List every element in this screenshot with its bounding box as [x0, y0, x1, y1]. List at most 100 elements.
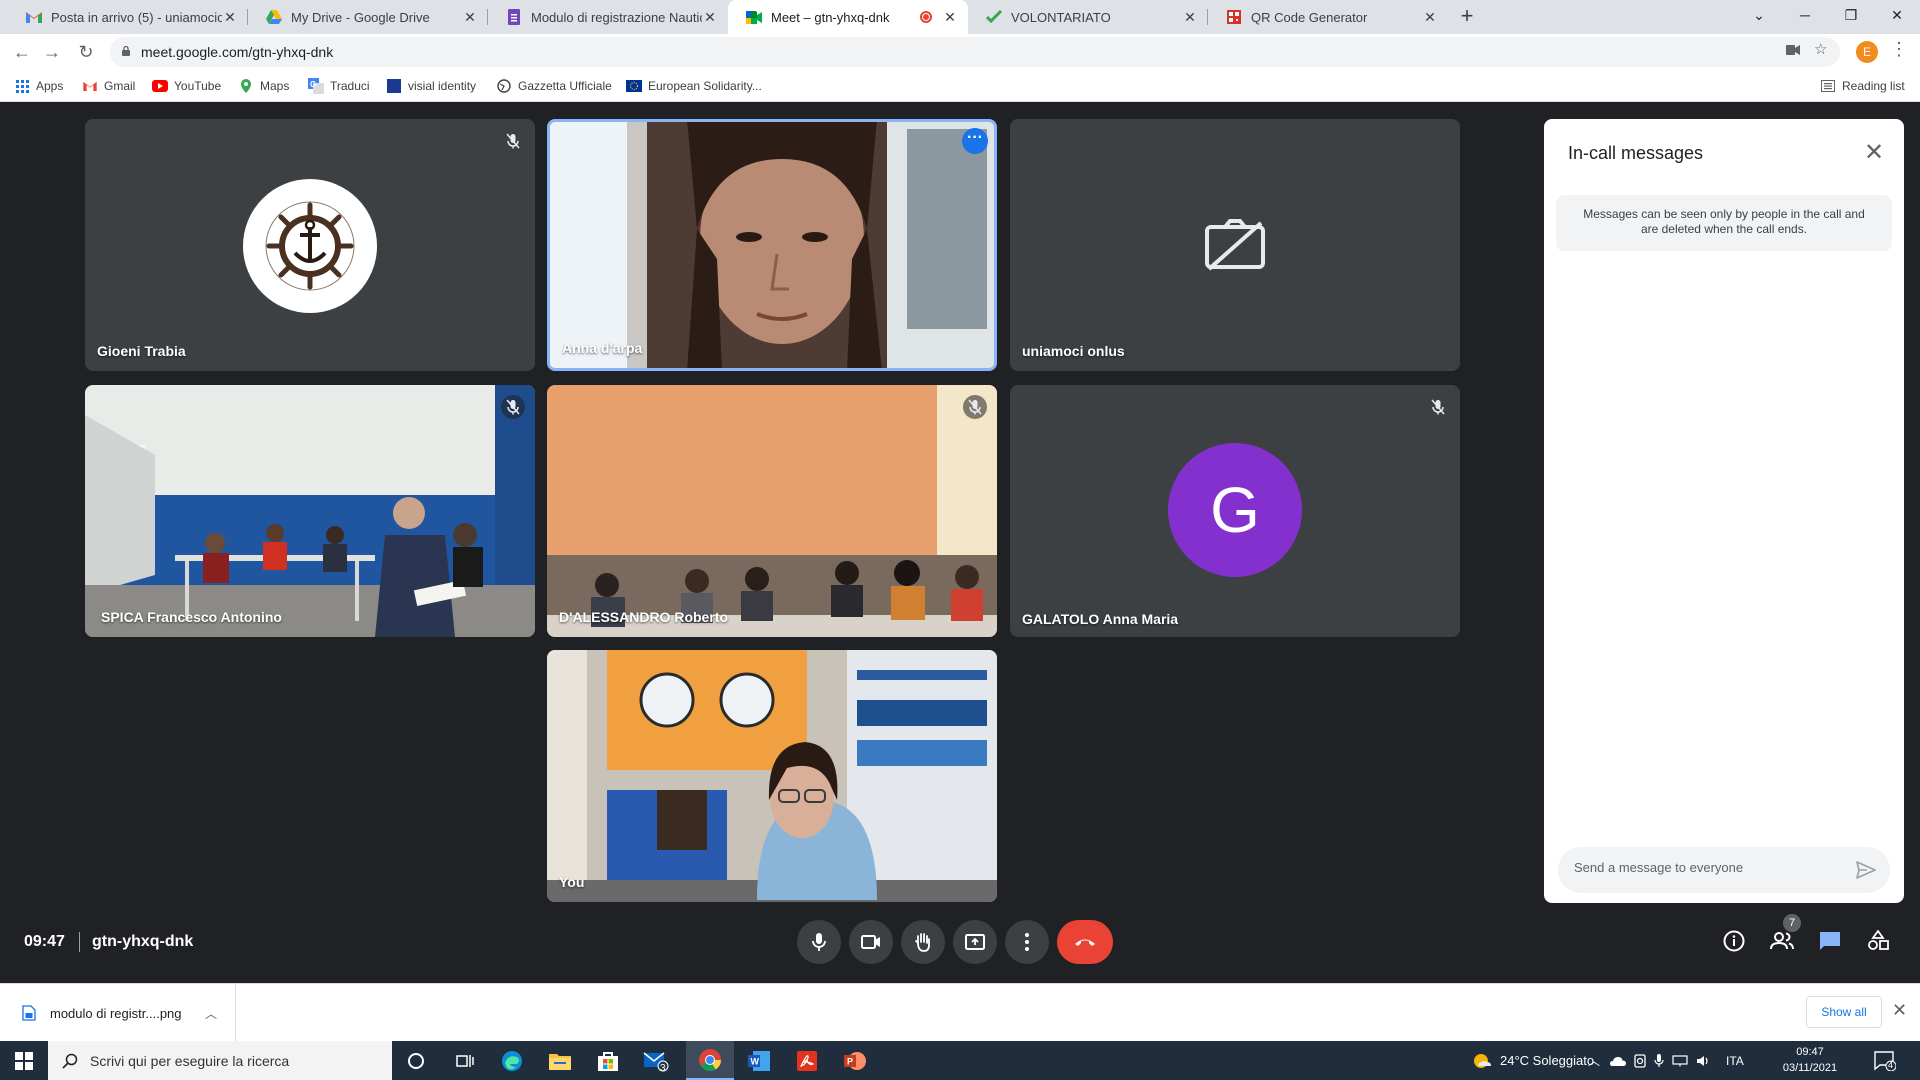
notification-center-button[interactable]: 4 [1874, 1041, 1896, 1080]
powerpoint-app[interactable]: P [831, 1041, 879, 1080]
forward-arrow-icon[interactable]: → [40, 40, 64, 64]
address-bar[interactable]: meet.google.com/gtn-yhxq-dnk ☆ [110, 37, 1840, 67]
activities-button[interactable] [1862, 925, 1894, 957]
tab-meet[interactable]: Meet – gtn-yhxq-dnk ✕ [728, 0, 968, 34]
tab-sheets[interactable]: VOLONTARIATO ✕ [968, 0, 1208, 34]
mail-badge: 3 [660, 1063, 666, 1074]
reading-list-button[interactable]: Reading list [1820, 70, 1905, 102]
hand-icon [915, 933, 930, 952]
meeting-details-button[interactable] [1718, 925, 1750, 957]
task-view-button[interactable] [440, 1041, 488, 1080]
chat-button[interactable] [1814, 925, 1846, 957]
cortana-button[interactable] [392, 1041, 440, 1080]
browser-menu-icon[interactable]: ⋮ [1890, 39, 1908, 60]
close-icon[interactable]: ✕ [702, 9, 718, 26]
chat-message-field[interactable] [1558, 847, 1890, 893]
chrome-app[interactable] [686, 1041, 734, 1080]
hang-up-icon [1075, 939, 1095, 946]
notification-count: 4 [1888, 1060, 1894, 1070]
minimize-button[interactable]: ─ [1782, 0, 1828, 30]
weather-widget[interactable]: 24°C Soleggiato [1472, 1041, 1594, 1080]
language-indicator[interactable]: ITA [1726, 1054, 1744, 1068]
restore-button[interactable]: ❐ [1828, 0, 1874, 30]
qr-icon [1226, 9, 1242, 25]
taskbar-clock[interactable]: 09:47 03/11/2021 [1780, 1044, 1840, 1076]
more-options-button[interactable] [1005, 920, 1049, 964]
chat-info-notice: Messages can be seen only by people in t… [1556, 195, 1892, 251]
raise-hand-button[interactable] [901, 920, 945, 964]
word-app[interactable]: W [735, 1041, 783, 1080]
close-icon[interactable]: ✕ [462, 9, 478, 26]
close-icon[interactable]: ✕ [1892, 1000, 1907, 1021]
search-icon [62, 1053, 78, 1069]
tab-forms[interactable]: Modulo di registrazione Nautico ✕ [488, 0, 728, 34]
participant-video [550, 122, 994, 368]
tab-drive[interactable]: My Drive - Google Drive ✕ [248, 0, 488, 34]
microsoft-store-app[interactable] [584, 1041, 632, 1080]
close-icon[interactable]: ✕ [1182, 9, 1198, 26]
participant-tile[interactable]: SPICA Francesco Antonino [85, 385, 535, 637]
bookmark-visial-identity[interactable]: visial identity [386, 70, 476, 102]
chevron-up-icon[interactable]: ︿ [1588, 1052, 1600, 1069]
mail-app[interactable]: 3 [632, 1041, 680, 1080]
bookmark-maps[interactable]: Maps [238, 70, 289, 102]
clock-date: 03/11/2021 [1782, 1062, 1838, 1074]
participant-tile[interactable]: ··· Anna d'arpa [547, 119, 997, 371]
more-options-icon[interactable]: ··· [962, 128, 988, 154]
participant-tile[interactable]: Gioeni Trabia [85, 119, 535, 371]
tab-qr[interactable]: QR Code Generator ✕ [1208, 0, 1448, 34]
close-window-button[interactable]: ✕ [1874, 0, 1920, 30]
search-input[interactable] [90, 1052, 390, 1069]
present-screen-button[interactable] [953, 920, 997, 964]
camera-usage-icon[interactable] [1634, 1053, 1646, 1068]
bookmark-european-solidarity[interactable]: European Solidarity... [626, 70, 762, 102]
bookmark-youtube[interactable]: YouTube [152, 70, 221, 102]
bookmark-star-icon[interactable]: ☆ [1814, 40, 1827, 58]
tab-search-icon[interactable]: ⌄ [1736, 0, 1782, 30]
participant-tile[interactable]: uniamoci onlus [1010, 119, 1460, 371]
network-icon[interactable] [1672, 1054, 1688, 1067]
tab-gmail[interactable]: Posta in arrivo (5) - uniamocionlus ✕ [8, 0, 248, 34]
file-explorer-app[interactable] [536, 1041, 584, 1080]
chat-input[interactable] [1574, 860, 1834, 875]
bookmark-gazzetta[interactable]: Gazzetta Ufficiale [496, 70, 612, 102]
info-icon [1723, 930, 1745, 952]
participant-name: GALATOLO Anna Maria [1022, 611, 1179, 627]
download-item[interactable]: modulo di registr....png ︿ [0, 984, 236, 1042]
onedrive-cloud-icon[interactable] [1610, 1056, 1627, 1066]
tab-title: Modulo di registrazione Nautico [531, 9, 702, 25]
show-all-downloads-button[interactable]: Show all [1806, 996, 1882, 1028]
bookmark-traduci[interactable]: G Traduci [308, 70, 370, 102]
leave-call-button[interactable] [1057, 920, 1113, 964]
tab-title: QR Code Generator [1251, 9, 1368, 25]
bookmark-apps[interactable]: Apps [14, 70, 63, 102]
self-view-tile[interactable]: You [547, 650, 997, 902]
back-arrow-icon[interactable]: ← [10, 40, 34, 64]
acrobat-app[interactable] [783, 1041, 831, 1080]
microphone-usage-icon[interactable] [1654, 1053, 1664, 1068]
close-icon[interactable]: ✕ [1858, 137, 1890, 169]
volume-icon[interactable] [1696, 1055, 1712, 1067]
close-icon[interactable]: ✕ [1422, 9, 1438, 26]
close-icon[interactable]: ✕ [222, 9, 238, 26]
participant-tile[interactable]: G GALATOLO Anna Maria [1010, 385, 1460, 637]
pdf-icon [797, 1050, 817, 1071]
edge-browser-app[interactable] [488, 1041, 536, 1080]
bookmark-gmail[interactable]: Gmail [82, 70, 135, 102]
close-icon[interactable]: ✕ [942, 9, 958, 26]
taskbar-search[interactable] [48, 1041, 392, 1080]
microphone-button[interactable] [797, 920, 841, 964]
camera-button[interactable] [849, 920, 893, 964]
reload-icon[interactable]: ↻ [74, 40, 98, 64]
chevron-up-icon[interactable]: ︿ [205, 1005, 217, 1022]
windows-start-button[interactable] [0, 1041, 48, 1080]
tab-title: VOLONTARIATO [1011, 9, 1111, 25]
reading-list-icon [1820, 78, 1836, 94]
participant-tile[interactable]: D'ALESSANDRO Roberto [547, 385, 997, 637]
send-icon[interactable] [1854, 858, 1878, 882]
camera-indicator-icon[interactable] [1786, 42, 1800, 59]
activities-shapes-icon [1868, 930, 1889, 950]
drive-icon [266, 9, 282, 25]
new-tab-button[interactable]: + [1454, 4, 1480, 30]
profile-avatar[interactable]: E [1856, 41, 1878, 63]
